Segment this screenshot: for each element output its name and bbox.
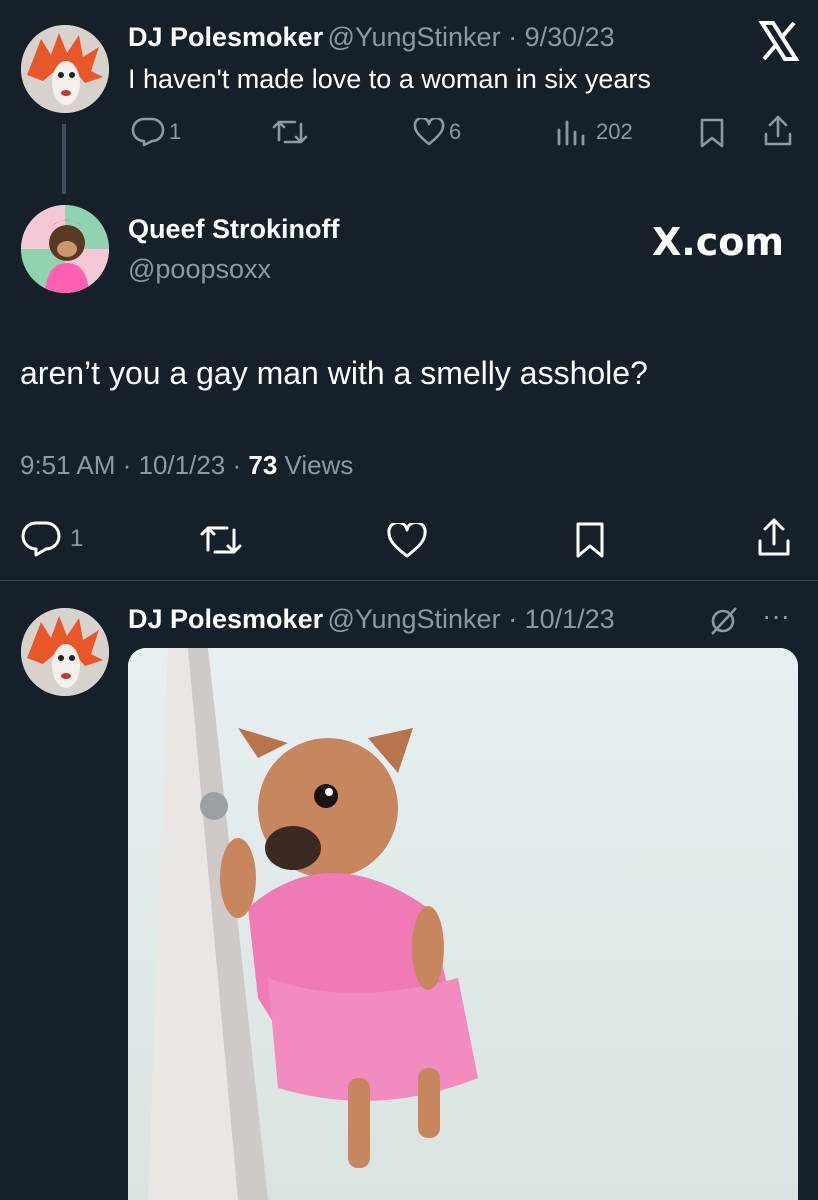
author-handle[interactable]: @poopsoxx [128,254,271,285]
bookmark-icon [699,117,725,149]
separator: · [115,450,139,480]
retweet-action[interactable] [198,523,244,557]
views-label: Views [284,450,354,480]
retweet-icon [271,118,309,146]
reply-icon [20,520,62,558]
tweet-text: aren’t you a gay man with a smelly assho… [20,355,648,391]
avatar[interactable] [21,25,109,113]
tweet-time: 9:51 AM [20,450,116,480]
author-name[interactable]: Queef Strokinoff [128,214,340,245]
views-action[interactable]: 202 [554,116,633,148]
like-icon [413,118,445,146]
tweet-date[interactable]: 10/1/23 [525,604,615,634]
tweet-meta: 9:51 AM · 10/1/23 · 73 Views [20,450,353,481]
like-icon [386,523,428,559]
like-action[interactable] [386,523,428,559]
tweet-text: I haven't made love to a woman in six ye… [128,64,651,94]
grok-icon[interactable] [708,606,740,641]
x-com-text: X.com [652,220,784,264]
share-icon [763,114,793,148]
more-icon[interactable]: ··· [762,600,790,632]
reply-count: 1 [169,119,182,144]
tweet-header: DJ Polesmoker @YungStinker · 10/1/23 [128,604,615,635]
share-action[interactable] [756,516,792,558]
views-icon [554,116,588,148]
separator: · [500,22,525,52]
retweet-icon [198,523,244,557]
share-icon [756,516,792,558]
like-count: 6 [449,119,462,144]
reply-icon [131,116,165,148]
author-handle[interactable]: @YungStinker [328,604,501,634]
share-action[interactable] [763,114,793,148]
reply-action[interactable]: 1 [131,116,181,148]
x-com-brand: X.com [652,220,784,264]
author-handle[interactable]: @YungStinker [328,22,501,52]
reply-action[interactable]: 1 [20,520,83,558]
bookmark-icon [574,520,606,560]
avatar[interactable] [21,608,109,696]
retweet-action[interactable] [271,118,309,146]
tweet-date[interactable]: 9/30/23 [525,22,615,52]
separator: · [500,604,525,634]
views-count: 202 [596,119,633,144]
like-action[interactable]: 6 [413,118,461,146]
views-count: 73 [248,450,278,480]
divider [0,580,818,581]
x-logo-icon [758,20,800,62]
tweet-media-image[interactable] [128,648,798,1200]
thread-line [62,124,66,194]
separator: · [225,450,249,480]
bookmark-action[interactable] [699,117,725,149]
tweet-header: DJ Polesmoker @YungStinker · 9/30/23 [128,22,615,53]
bookmark-action[interactable] [574,520,606,560]
author-name[interactable]: DJ Polesmoker [128,22,323,52]
author-name[interactable]: DJ Polesmoker [128,604,323,634]
tweet-date: 10/1/23 [138,450,226,480]
reply-count: 1 [70,525,84,552]
avatar[interactable] [21,205,109,293]
